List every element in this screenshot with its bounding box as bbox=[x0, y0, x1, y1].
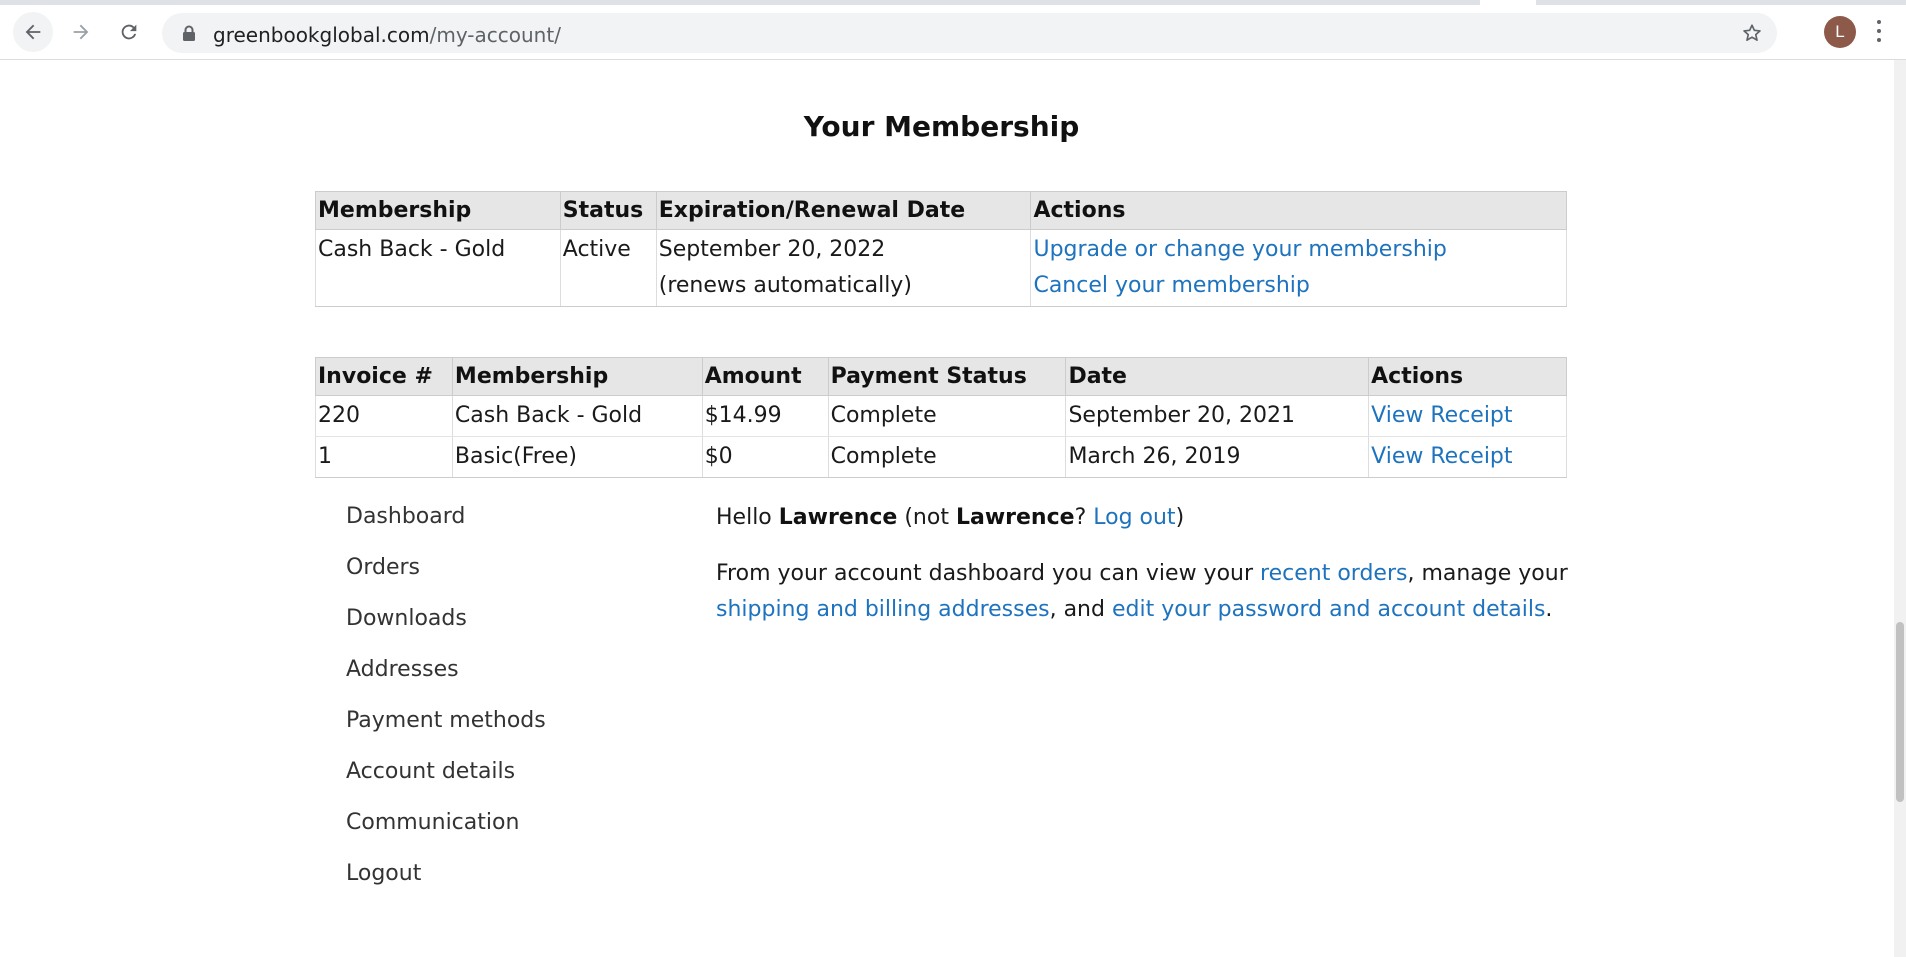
cancel-membership-link[interactable]: Cancel your membership bbox=[1033, 268, 1564, 304]
invoice-date: March 26, 2019 bbox=[1065, 436, 1370, 478]
nav-item-logout[interactable]: Logout bbox=[346, 857, 546, 908]
nav-item-communication[interactable]: Communication bbox=[346, 806, 546, 857]
logout-link[interactable]: Log out bbox=[1093, 505, 1175, 530]
not-prefix: (not bbox=[897, 505, 956, 530]
invoice-date: September 20, 2021 bbox=[1065, 395, 1370, 437]
account-navigation: Dashboard Orders Downloads Addresses Pay… bbox=[346, 500, 546, 908]
reload-button[interactable] bbox=[109, 12, 149, 52]
lock-icon bbox=[183, 25, 195, 41]
nav-item-label: Account details bbox=[346, 759, 516, 784]
invoice-number: 220 bbox=[315, 395, 453, 437]
nav-item-orders[interactable]: Orders bbox=[346, 551, 546, 602]
membership-table: Membership Status Expiration/Renewal Dat… bbox=[315, 191, 1567, 307]
renewal-date: September 20, 2022 bbox=[658, 237, 886, 262]
nav-item-downloads[interactable]: Downloads bbox=[346, 602, 546, 653]
nav-item-label: Downloads bbox=[346, 606, 467, 631]
addresses-link[interactable]: shipping and billing addresses bbox=[716, 597, 1050, 622]
user-name: Lawrence bbox=[778, 505, 898, 530]
reload-icon bbox=[121, 24, 137, 40]
col-header-status: Status bbox=[559, 191, 657, 230]
nav-item-account-details[interactable]: Account details bbox=[346, 755, 546, 806]
url-text[interactable]: greenbookglobal.com/my-account/ bbox=[213, 23, 561, 47]
invoice-actions-cell: View Receipt bbox=[1368, 395, 1567, 437]
col-header-expiration: Expiration/Renewal Date bbox=[655, 191, 1032, 230]
col-header-actions: Actions bbox=[1030, 191, 1567, 230]
col-header-payment-status: Payment Status bbox=[827, 357, 1067, 396]
recent-orders-link[interactable]: recent orders bbox=[1260, 561, 1407, 586]
col-header-invoice: Invoice # bbox=[315, 357, 453, 396]
back-button[interactable] bbox=[13, 12, 53, 52]
greeting: Hello Lawrence (not Lawrence? Log out) bbox=[716, 500, 1576, 536]
view-receipt-link[interactable]: View Receipt bbox=[1371, 444, 1512, 469]
close-paren: ) bbox=[1175, 505, 1185, 530]
table-row: 1 Basic(Free) $0 Complete March 26, 2019… bbox=[315, 436, 1567, 478]
nav-item-dashboard[interactable]: Dashboard bbox=[346, 500, 546, 551]
table-row: 220 Cash Back - Gold $14.99 Complete Sep… bbox=[315, 395, 1567, 437]
nav-item-label: Payment methods bbox=[346, 708, 546, 733]
dashboard-intro: From your account dashboard you can view… bbox=[716, 556, 1576, 628]
membership-level: Cash Back - Gold bbox=[315, 229, 561, 307]
invoice-amount: $14.99 bbox=[701, 395, 829, 437]
arrow-left-icon bbox=[25, 24, 41, 40]
nav-item-label: Orders bbox=[346, 555, 420, 580]
dashboard-content: Hello Lawrence (not Lawrence? Log out) F… bbox=[716, 500, 1576, 628]
col-header-date: Date bbox=[1065, 357, 1370, 396]
nav-item-payment-methods[interactable]: Payment methods bbox=[346, 704, 546, 755]
invoice-status: Complete bbox=[827, 436, 1067, 478]
col-header-membership: Membership bbox=[315, 191, 561, 230]
forward-button[interactable] bbox=[61, 12, 101, 52]
table-row: Cash Back - Gold Active September 20, 20… bbox=[315, 229, 1567, 307]
intro-text-4: . bbox=[1545, 597, 1553, 622]
membership-status: Active bbox=[559, 229, 657, 307]
nav-item-label: Communication bbox=[346, 810, 520, 835]
bookmark-star-icon[interactable] bbox=[1741, 22, 1763, 44]
invoice-membership: Cash Back - Gold bbox=[451, 395, 703, 437]
view-receipt-link[interactable]: View Receipt bbox=[1371, 403, 1512, 428]
nav-item-label: Addresses bbox=[346, 657, 459, 682]
browser-toolbar: greenbookglobal.com/my-account/ L bbox=[0, 0, 1906, 60]
intro-text-2: , manage your bbox=[1407, 561, 1568, 586]
nav-item-addresses[interactable]: Addresses bbox=[346, 653, 546, 704]
nav-item-label: Dashboard bbox=[346, 504, 466, 529]
invoice-table: Invoice # Membership Amount Payment Stat… bbox=[315, 357, 1567, 478]
intro-text-1: From your account dashboard you can view… bbox=[716, 561, 1261, 586]
arrow-right-icon bbox=[73, 24, 89, 40]
question-mark: ? bbox=[1074, 505, 1094, 530]
profile-avatar[interactable]: L bbox=[1824, 16, 1856, 48]
col-header-amount: Amount bbox=[701, 357, 829, 396]
invoice-actions-cell: View Receipt bbox=[1368, 436, 1567, 478]
page-scrollbar[interactable] bbox=[1894, 60, 1906, 957]
invoice-status: Complete bbox=[827, 395, 1067, 437]
greeting-prefix: Hello bbox=[716, 505, 779, 530]
active-tab-edge bbox=[1480, 0, 1536, 5]
browser-menu-icon[interactable] bbox=[1875, 20, 1883, 46]
not-user-name: Lawrence bbox=[955, 505, 1075, 530]
tab-strip bbox=[0, 0, 1906, 5]
invoice-number: 1 bbox=[315, 436, 453, 478]
renewal-note: (renews automatically) bbox=[658, 273, 912, 298]
col-header-membership: Membership bbox=[451, 357, 703, 396]
col-header-actions: Actions bbox=[1368, 357, 1567, 396]
membership-actions-cell: Upgrade or change your membership Cancel… bbox=[1030, 229, 1567, 307]
invoice-membership: Basic(Free) bbox=[451, 436, 703, 478]
account-details-link[interactable]: edit your password and account details bbox=[1112, 597, 1545, 622]
nav-item-label: Logout bbox=[346, 861, 422, 886]
scrollbar-thumb[interactable] bbox=[1896, 622, 1904, 802]
url-host: greenbookglobal.com bbox=[213, 23, 430, 47]
intro-text-3: , and bbox=[1049, 597, 1112, 622]
upgrade-membership-link[interactable]: Upgrade or change your membership bbox=[1033, 232, 1564, 268]
renewal-date-cell: September 20, 2022 (renews automatically… bbox=[655, 229, 1032, 307]
invoice-table-header: Invoice # Membership Amount Payment Stat… bbox=[315, 357, 1567, 396]
url-path: /my-account/ bbox=[429, 23, 561, 47]
address-bar[interactable]: greenbookglobal.com/my-account/ bbox=[162, 13, 1777, 53]
page-title: Your Membership bbox=[803, 110, 1080, 143]
invoice-amount: $0 bbox=[701, 436, 829, 478]
membership-table-header: Membership Status Expiration/Renewal Dat… bbox=[315, 191, 1567, 230]
